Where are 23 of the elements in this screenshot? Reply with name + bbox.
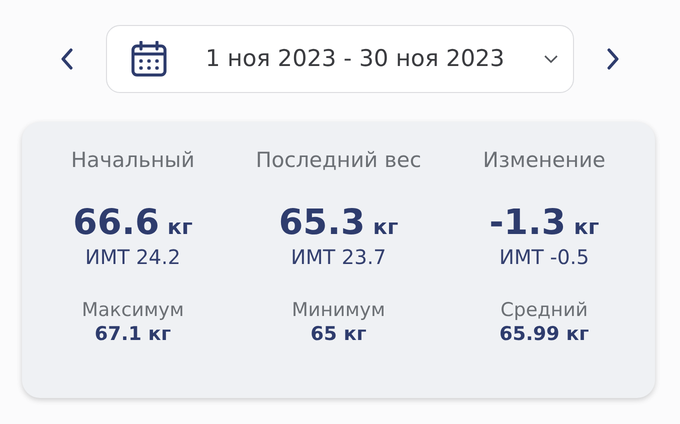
bmi-value: ИМТ -0.5 — [499, 245, 590, 269]
chevron-right-icon — [606, 48, 620, 70]
stat-label: Средний — [500, 299, 588, 321]
weight-unit: кг — [167, 215, 193, 239]
date-range-dropdown[interactable]: 1 ноя 2023 - 30 ноя 2023 — [106, 25, 574, 93]
weight-unit: кг — [373, 215, 398, 239]
stat-value: 65 кг — [310, 323, 366, 345]
stat-label: Минимум — [292, 299, 386, 321]
stat-label: Максимум — [82, 299, 184, 321]
chevron-down-icon — [543, 54, 559, 64]
stat-value: 67.1 кг — [94, 323, 171, 345]
chevron-left-icon — [60, 48, 74, 70]
calendar-icon — [131, 41, 167, 77]
stat-value: 65.99 кг — [499, 323, 589, 345]
weight-value: 65.3 — [278, 206, 366, 241]
weight-value: -1.3 — [489, 206, 566, 241]
stat-label: Изменение — [482, 148, 606, 172]
bmi-value: ИМТ 24.2 — [85, 245, 180, 269]
stat-label: Последний вес — [256, 148, 422, 172]
stat-label: Начальный — [70, 148, 195, 172]
bmi-value: ИМТ 23.7 — [290, 245, 386, 269]
weight-unit: кг — [574, 215, 600, 239]
weight-value: 66.6 — [73, 206, 160, 241]
